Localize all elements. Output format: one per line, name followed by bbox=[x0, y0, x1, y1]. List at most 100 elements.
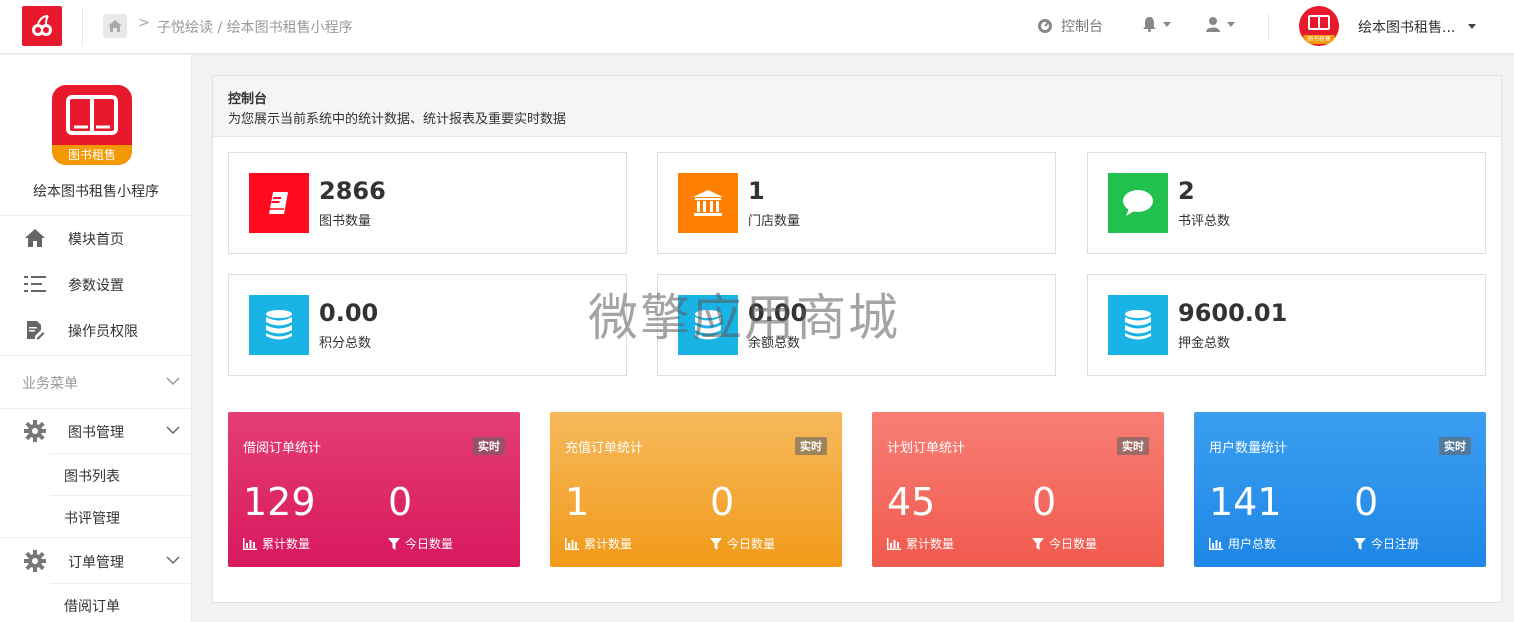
stat-deposit-total: 9600.01 押金总数 bbox=[1087, 274, 1486, 376]
sidebar-item-module-home[interactable]: 模块首页 bbox=[0, 217, 191, 257]
sidebar-item-book-management[interactable]: 图书管理 bbox=[0, 410, 191, 450]
sidebar-item-label: 模块首页 bbox=[68, 232, 124, 248]
realtime-badge: 实时 bbox=[1439, 437, 1471, 455]
card-total-value: 141 bbox=[1209, 480, 1282, 524]
chevron-down-icon bbox=[166, 426, 180, 435]
card-today-value: 0 bbox=[1354, 480, 1379, 524]
card-today-label: 今日数量 bbox=[710, 535, 775, 552]
card-total-label: 累计数量 bbox=[887, 535, 954, 552]
stat-store-count: 1 门店数量 bbox=[657, 152, 1056, 254]
chevron-down-icon[interactable] bbox=[1468, 24, 1476, 29]
filter-icon bbox=[1032, 537, 1044, 550]
top-header: > 子悦绘读 / 绘本图书租售小程序 控制台 图书租售 绘本图书租售... bbox=[0, 0, 1514, 54]
stat-label: 积分总数 bbox=[319, 336, 372, 351]
divider bbox=[0, 355, 191, 356]
card-today-value: 0 bbox=[388, 480, 413, 524]
sidebar-subitem-borrow-orders[interactable]: 借阅订单 bbox=[64, 596, 120, 616]
breadcrumb[interactable]: 子悦绘读 / 绘本图书租售小程序 bbox=[157, 17, 353, 37]
card-today-label-text: 今日数量 bbox=[727, 537, 776, 551]
card-total-label: 用户总数 bbox=[1209, 535, 1276, 552]
card-title: 借阅订单统计 bbox=[243, 441, 322, 456]
stat-label: 书评总数 bbox=[1178, 214, 1231, 229]
home-button[interactable] bbox=[103, 14, 127, 38]
realtime-badge: 实时 bbox=[473, 437, 505, 455]
filter-icon bbox=[710, 537, 722, 550]
bank-icon bbox=[678, 173, 738, 233]
card-total-label-text: 累计数量 bbox=[906, 537, 955, 551]
sidebar: 图书租售 绘本图书租售小程序 模块首页 参数设置 操作员权限 业务菜单 图书管理… bbox=[0, 55, 192, 622]
sidebar-item-order-management[interactable]: 订单管理 bbox=[0, 540, 191, 580]
card-plan-orders[interactable]: 计划订单统计 实时 45 0 累计数量 今日数量 bbox=[872, 412, 1164, 567]
cherry-logo-icon bbox=[32, 15, 52, 36]
chevron-down-icon bbox=[1163, 21, 1171, 27]
console-link[interactable]: 控制台 bbox=[1037, 16, 1103, 36]
divider bbox=[0, 537, 191, 538]
chevron-down-icon bbox=[166, 556, 180, 565]
card-today-value: 0 bbox=[1032, 480, 1057, 524]
card-total-label-text: 累计数量 bbox=[262, 537, 311, 551]
chevron-right-icon: > bbox=[138, 15, 150, 31]
card-total-value: 45 bbox=[887, 480, 936, 524]
card-today-label: 今日注册 bbox=[1354, 535, 1419, 552]
book-icon bbox=[249, 173, 309, 233]
divider bbox=[50, 583, 191, 584]
dashboard-icon bbox=[1038, 19, 1052, 33]
header-divider bbox=[82, 8, 83, 46]
divider bbox=[0, 215, 191, 216]
card-borrow-orders[interactable]: 借阅订单统计 实时 129 0 累计数量 今日数量 bbox=[228, 412, 520, 567]
bell-icon bbox=[1143, 17, 1156, 32]
card-user-count[interactable]: 用户数量统计 实时 141 0 用户总数 今日注册 bbox=[1194, 412, 1486, 567]
filter-icon bbox=[388, 537, 400, 550]
sidebar-item-settings[interactable]: 参数设置 bbox=[0, 263, 191, 303]
sidebar-item-operator-permissions[interactable]: 操作员权限 bbox=[0, 309, 191, 349]
database-icon bbox=[249, 295, 309, 355]
sidebar-subitem-book-list[interactable]: 图书列表 bbox=[64, 466, 120, 486]
card-total-label-text: 用户总数 bbox=[1228, 537, 1277, 551]
stat-value: 0.00 bbox=[319, 299, 379, 327]
account-name[interactable]: 绘本图书租售... bbox=[1358, 17, 1455, 37]
sidebar-group-business[interactable]: 业务菜单 bbox=[22, 373, 78, 393]
sidebar-logo-tag: 图书租售 bbox=[52, 145, 132, 165]
stat-points-total: 0.00 积分总数 bbox=[228, 274, 627, 376]
gear-icon bbox=[24, 550, 46, 572]
sidebar-item-label: 订单管理 bbox=[68, 555, 124, 571]
open-book-icon bbox=[1308, 15, 1330, 30]
home-icon bbox=[108, 20, 122, 32]
stat-label: 押金总数 bbox=[1178, 336, 1231, 351]
bar-chart-icon bbox=[565, 537, 579, 550]
watermark: 微擎应用商城 bbox=[588, 289, 900, 347]
divider bbox=[50, 495, 191, 496]
card-today-label-text: 今日数量 bbox=[405, 537, 454, 551]
card-recharge-orders[interactable]: 充值订单统计 实时 1 0 累计数量 今日数量 bbox=[550, 412, 842, 567]
database-icon bbox=[1108, 295, 1168, 355]
card-today-label: 今日数量 bbox=[388, 535, 453, 552]
gear-icon bbox=[24, 420, 46, 442]
open-book-icon bbox=[66, 95, 118, 135]
card-total-value: 1 bbox=[565, 480, 590, 524]
card-today-label-text: 今日注册 bbox=[1371, 537, 1420, 551]
stat-value: 2866 bbox=[319, 177, 386, 205]
sidebar-app-logo: 图书租售 bbox=[52, 85, 132, 165]
card-total-label-text: 累计数量 bbox=[584, 537, 633, 551]
edit-doc-icon bbox=[24, 319, 46, 341]
sidebar-subitem-review-management[interactable]: 书评管理 bbox=[64, 508, 120, 528]
account-avatar[interactable]: 图书租售 bbox=[1299, 6, 1339, 46]
card-title: 用户数量统计 bbox=[1209, 441, 1288, 456]
filter-icon bbox=[1354, 537, 1366, 550]
user-menu-button[interactable] bbox=[1205, 16, 1235, 32]
card-title: 计划订单统计 bbox=[887, 441, 966, 456]
notification-button[interactable] bbox=[1142, 16, 1171, 32]
stat-value: 9600.01 bbox=[1178, 299, 1288, 327]
chevron-down-icon bbox=[1227, 21, 1235, 27]
home-icon bbox=[24, 227, 46, 249]
stat-value: 1 bbox=[748, 177, 765, 205]
page-title: 控制台 bbox=[228, 92, 268, 107]
app-logo[interactable] bbox=[22, 6, 62, 46]
stat-label: 门店数量 bbox=[748, 214, 801, 229]
divider bbox=[0, 408, 191, 409]
bar-chart-icon bbox=[1209, 537, 1223, 550]
sidebar-item-label: 图书管理 bbox=[68, 425, 124, 441]
bar-chart-icon bbox=[243, 537, 257, 550]
sidebar-app-name: 绘本图书租售小程序 bbox=[33, 184, 159, 200]
chevron-down-icon[interactable] bbox=[166, 377, 180, 386]
